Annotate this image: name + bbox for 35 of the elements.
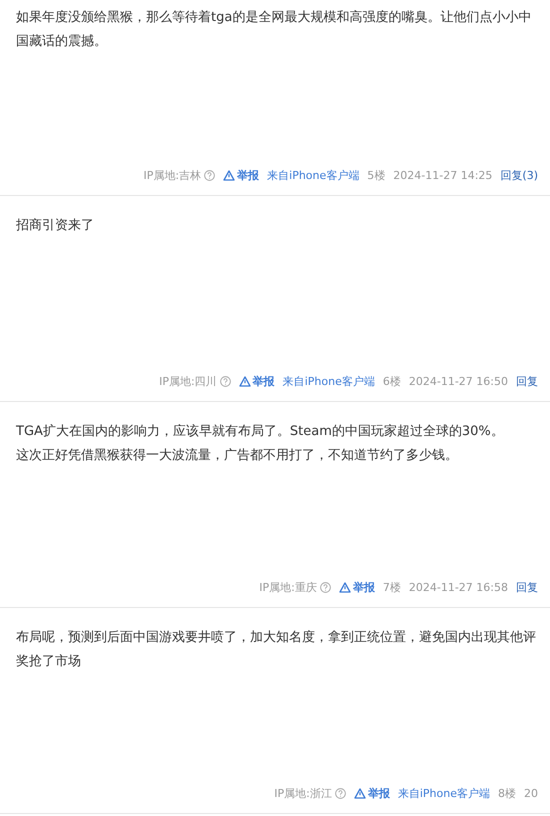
ip-location: IP属地:吉林 <box>144 168 202 183</box>
reply-link[interactable]: 回复 <box>516 580 538 595</box>
ip-location: IP属地:四川 <box>159 374 217 389</box>
help-icon <box>334 788 346 799</box>
floor-number: 7楼 <box>382 580 401 595</box>
warning-icon <box>338 582 351 593</box>
report-link[interactable]: 举报 <box>223 168 260 183</box>
ip-location: IP属地:重庆 <box>259 580 317 595</box>
comment-text: 这次正好凭借黑猴获得一大波流量，广告都不用打了，不知道节约了多少钱。 <box>16 447 459 465</box>
ip-location: IP属地:浙江 <box>274 786 332 801</box>
comment-text: TGA扩大在国内的影响力，应该早就有布局了。Steam的中国玩家超过全球的30%。 <box>16 423 505 441</box>
reply-link[interactable]: 回复 <box>516 374 538 389</box>
help-icon <box>204 170 216 181</box>
comment-text: 招商引资来了 <box>16 217 95 235</box>
source-link[interactable]: 来自iPhone客户端 <box>398 786 490 801</box>
post-time: 2024-11-27 16:58 <box>408 581 508 594</box>
post-time: 20 <box>524 787 538 800</box>
comment-text: 布局呢，预测到后面中国游戏要井喷了，加大知名度，拿到正统位置，避免国内出现其他评奖抢了市场 <box>16 629 537 671</box>
reply-link[interactable]: 回复(3) <box>500 168 538 183</box>
floor-number: 6楼 <box>382 374 401 389</box>
comment-text: 如果年度没颁给黑猴，那么等待着tga的是全网最大规模和高强度的嘴臭。让他们点小小中国藏话的震撼。 <box>16 9 532 51</box>
post-time: 2024-11-27 14:25 <box>393 169 492 182</box>
warning-icon <box>238 376 251 387</box>
report-link[interactable]: 举报 <box>238 374 275 389</box>
floor-number: 5楼 <box>367 168 386 183</box>
help-icon <box>320 582 331 593</box>
warning-icon <box>354 788 366 799</box>
source-link[interactable]: 来自iPhone客户端 <box>267 168 360 183</box>
source-link[interactable]: 来自iPhone客户端 <box>282 374 375 389</box>
floor-number: 8楼 <box>498 786 516 801</box>
help-icon <box>220 376 231 387</box>
warning-icon <box>223 170 236 181</box>
report-link[interactable]: 举报 <box>338 580 375 595</box>
post-time: 2024-11-27 16:50 <box>408 375 508 388</box>
report-link[interactable]: 举报 <box>354 786 390 801</box>
